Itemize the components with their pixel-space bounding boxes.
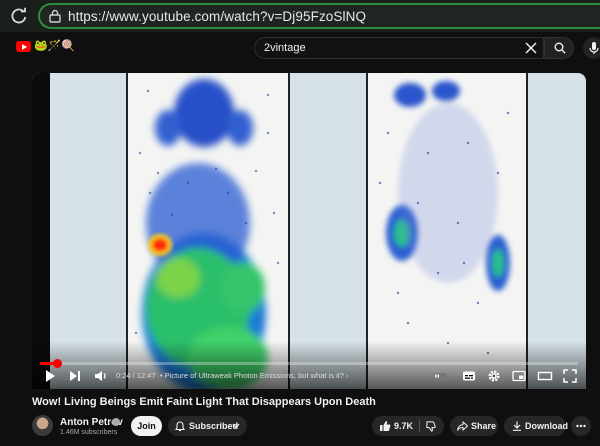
next-icon[interactable] — [69, 369, 81, 383]
verified-icon — [112, 418, 120, 426]
fullscreen-icon[interactable] — [563, 369, 577, 383]
microphone-icon — [589, 42, 599, 54]
subscribed-button[interactable]: Subscribed — [168, 416, 247, 436]
more-horizontal-icon — [576, 424, 586, 428]
download-label: Download — [525, 421, 568, 431]
share-label: Share — [471, 421, 497, 431]
video-player[interactable]: 0:24 / 12:47 • Picture of Ultraweak Phot… — [32, 73, 586, 389]
join-button[interactable]: Join — [131, 416, 162, 436]
browser-address-bar: https://www.youtube.com/watch?v=Dj95FzoS… — [0, 0, 600, 32]
search-icon — [554, 42, 566, 54]
share-button[interactable]: Share — [450, 416, 498, 436]
thumbs-down-icon[interactable] — [426, 421, 437, 432]
subscribed-label: Subscribed — [189, 421, 239, 431]
progress-scrubber[interactable] — [53, 359, 62, 368]
search-query-text: 2vintage — [264, 42, 306, 54]
like-count: 9.7K — [394, 421, 414, 431]
subscriber-count: 1.46M subscribers — [60, 429, 118, 436]
like-divider — [419, 420, 420, 432]
youtube-header: 🐸🪄🍭 2vintage — [0, 32, 600, 62]
voice-search-button[interactable] — [583, 37, 600, 59]
video-title: Wow! Living Beings Emit Faint Light That… — [32, 396, 376, 408]
site-info-icon[interactable] — [48, 9, 62, 23]
chapter-title[interactable]: • Picture of Ultraweak Photon Emissions,… — [160, 371, 349, 380]
play-icon[interactable] — [44, 369, 56, 383]
time-display: 0:24 / 12:47 — [116, 371, 156, 380]
youtube-logo-icon[interactable] — [16, 41, 31, 52]
url-text: https://www.youtube.com/watch?v=Dj95FzoS… — [68, 8, 367, 24]
thumbs-up-icon[interactable] — [379, 420, 391, 432]
autoplay-toggle-icon[interactable] — [432, 369, 448, 383]
progress-bar[interactable] — [40, 362, 578, 365]
search-input[interactable]: 2vintage — [254, 37, 544, 59]
share-icon — [457, 421, 468, 431]
more-actions-button[interactable] — [571, 416, 591, 436]
download-button[interactable]: Download — [504, 416, 568, 436]
doodle-icon[interactable]: 🐸🪄🍭 — [34, 39, 75, 52]
controls-overlay — [32, 341, 586, 389]
theater-mode-icon[interactable] — [537, 369, 553, 383]
chevron-down-icon — [232, 423, 240, 429]
avatar[interactable] — [32, 415, 53, 436]
volume-icon[interactable] — [94, 369, 108, 383]
gear-icon[interactable] — [487, 369, 501, 383]
reload-icon[interactable] — [10, 7, 28, 25]
like-dislike-group: 9.7K — [372, 416, 444, 436]
download-icon — [513, 421, 521, 431]
bell-icon — [175, 421, 185, 432]
miniplayer-icon[interactable] — [512, 369, 526, 383]
close-icon[interactable] — [525, 42, 537, 54]
search-button[interactable] — [544, 37, 574, 59]
subtitles-icon[interactable] — [462, 369, 476, 383]
url-field[interactable]: https://www.youtube.com/watch?v=Dj95FzoS… — [38, 3, 600, 29]
